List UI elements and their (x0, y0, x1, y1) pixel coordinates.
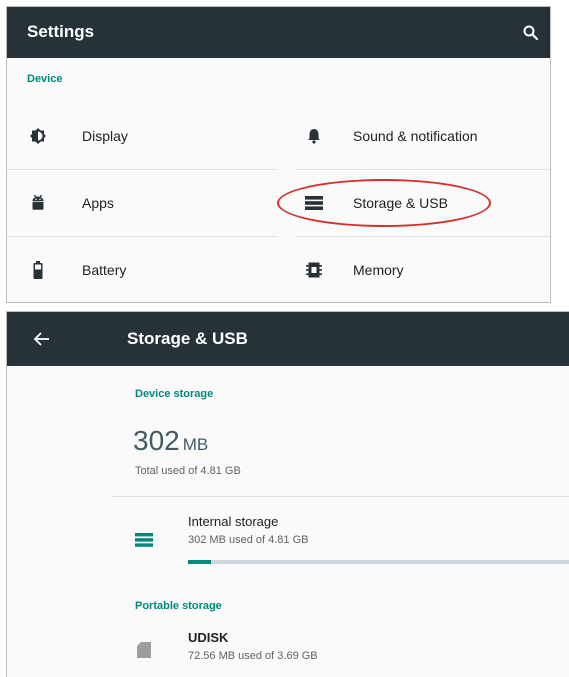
udisk-detail: 72.56 MB used of 3.69 GB (188, 650, 318, 662)
brightness-icon (30, 128, 46, 144)
tile-memory[interactable]: Memory (305, 238, 550, 302)
tile-battery-label: Battery (82, 262, 127, 278)
battery-icon (33, 261, 43, 279)
divider (111, 496, 569, 497)
divider (7, 236, 277, 237)
divider (295, 169, 550, 170)
search-icon[interactable] (522, 24, 540, 42)
tile-sound[interactable]: Sound & notification (305, 104, 550, 170)
udisk-item[interactable]: UDISK 72.56 MB used of 3.69 GB (111, 622, 569, 677)
portable-storage-header: Portable storage (135, 600, 222, 612)
storage-title: Storage & USB (127, 329, 248, 348)
android-icon (32, 194, 44, 210)
back-arrow-icon[interactable] (33, 331, 51, 347)
tile-memory-label: Memory (353, 262, 404, 278)
settings-panel: Settings Device Display Sound & notifica… (6, 6, 551, 303)
internal-storage-progress (188, 560, 569, 564)
tile-battery[interactable]: Battery (7, 238, 277, 302)
tile-display[interactable]: Display (7, 104, 277, 170)
used-unit: MB (182, 435, 209, 454)
device-storage-header: Device storage (135, 388, 214, 400)
bell-icon (308, 129, 320, 144)
internal-storage-progress-fill (188, 560, 211, 564)
storage-icon (135, 533, 153, 547)
sd-card-icon (137, 642, 151, 658)
divider (295, 236, 550, 237)
udisk-name: UDISK (188, 630, 229, 645)
memory-chip-icon (306, 262, 322, 278)
settings-title: Settings (27, 22, 95, 41)
storage-toolbar: Storage & USB (7, 312, 569, 366)
used-value: 302 (133, 425, 180, 456)
storage-panel: Storage & USB Device storage 302 MB Total… (6, 311, 569, 677)
device-section-header: Device (27, 73, 63, 85)
settings-toolbar: Settings (7, 7, 550, 58)
tile-apps-label: Apps (82, 195, 114, 211)
internal-storage-detail: 302 MB used of 4.81 GB (188, 534, 309, 546)
total-used-text: Total used of 4.81 GB (135, 465, 241, 477)
highlight-circle (277, 179, 491, 227)
internal-storage-name: Internal storage (188, 514, 279, 529)
tile-apps[interactable]: Apps (7, 171, 277, 237)
tile-display-label: Display (82, 128, 128, 144)
tile-sound-label: Sound & notification (353, 128, 478, 144)
divider (7, 169, 277, 170)
storage-used-summary: 302 MB (133, 425, 208, 457)
